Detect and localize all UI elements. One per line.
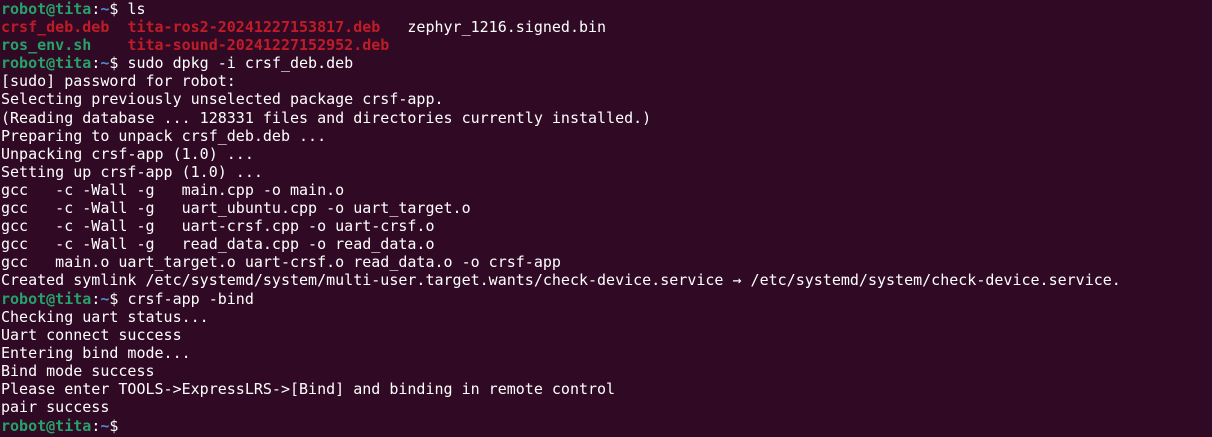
output-line: pair success [1,398,110,417]
output-line: Please enter TOOLS->ExpressLRS->[Bind] a… [1,379,616,398]
output-line: [sudo] password for robot: [1,72,236,91]
prompt-line-current[interactable]: robot@tita:~$ [1,416,1212,436]
prompt-symbol: $ [109,289,128,308]
prompt-user-host: robot@tita [1,417,92,436]
output-line: gcc -c -Wall -g read_data.cpp -o read_da… [1,235,435,254]
ls-file-zephyr-bin: zephyr_1216.signed.bin [407,18,607,37]
output-line: Checking uart status... [1,307,209,326]
output-line: Selecting previously unselected package … [1,90,444,109]
ls-file-tita-sound: tita-sound-20241227152952.deb [127,36,390,55]
prompt-separator: : [91,289,101,308]
prompt-line-bind: robot@tita:~$ crsf-app -bind [1,290,1212,308]
text-cursor[interactable] [127,416,136,431]
output-line: gcc main.o uart_target.o uart-crsf.o rea… [1,253,561,272]
ls-output-row-2: ros_env.sh tita-sound-20241227152952.deb [1,36,1212,54]
prompt-separator: : [91,54,101,73]
output-line: Bind mode success [1,361,155,380]
prompt-symbol: $ [109,54,128,73]
output-line: gcc -c -Wall -g uart-crsf.cpp -o uart-cr… [1,217,435,236]
terminal-window[interactable]: robot@tita:~$ ls crsf_deb.deb tita-ros2-… [0,0,1212,437]
output-line: (Reading database ... 128331 files and d… [1,108,652,127]
output-line: gcc -c -Wall -g main.cpp -o main.o [1,180,345,199]
prompt-symbol: $ [109,417,128,436]
ls-file-crsf-deb: crsf_deb.deb [1,18,110,37]
prompt-line-ls: robot@tita:~$ ls [1,0,1212,18]
output-line: Uart connect success [1,325,182,344]
prompt-user-host: robot@tita [1,0,92,18]
output-line: Entering bind mode... [1,343,191,362]
prompt-separator: : [91,0,101,18]
prompt-user-host: robot@tita [1,289,92,308]
prompt-symbol: $ [109,0,128,18]
command-ls: ls [127,0,146,18]
output-line-symlink: Created symlink /etc/systemd/system/mult… [1,271,1121,290]
output-line: gcc -c -Wall -g uart_ubuntu.cpp -o uart_… [1,199,471,218]
output-line: Unpacking crsf-app (1.0) ... [1,144,254,163]
output-line: Setting up crsf-app (1.0) ... [1,162,263,181]
command-bind: crsf-app -bind [127,289,254,308]
ls-file-ros-env: ros_env.sh [1,36,92,55]
command-dpkg: sudo dpkg -i crsf_deb.deb [127,54,354,73]
prompt-line-dpkg: robot@tita:~$ sudo dpkg -i crsf_deb.deb [1,54,1212,72]
output-line: Preparing to unpack crsf_deb.deb ... [1,126,327,145]
prompt-user-host: robot@tita [1,54,92,73]
ls-output-row-1: crsf_deb.deb tita-ros2-20241227153817.de… [1,18,1212,36]
ls-file-tita-ros2: tita-ros2-20241227153817.deb [127,18,381,37]
prompt-separator: : [91,417,101,436]
